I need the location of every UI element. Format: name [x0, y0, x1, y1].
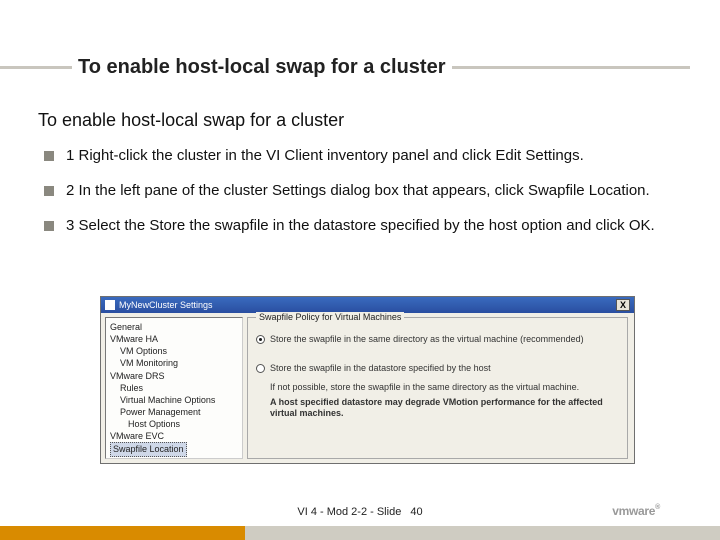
tree-item-evc[interactable]: VMware EVC	[110, 430, 238, 442]
radio-label: Store the swapfile in the same directory…	[270, 334, 584, 345]
list-item: 3 Select the Store the swapfile in the d…	[38, 217, 688, 236]
tree-item-vm-options[interactable]: VM Options	[110, 345, 238, 357]
radio-warning: A host specified datastore may degrade V…	[270, 397, 619, 420]
header-left-accent	[0, 66, 72, 69]
tree-item-vm-machine-options[interactable]: Virtual Machine Options	[110, 394, 238, 406]
window-icon	[105, 300, 115, 310]
logo-text: vmware	[612, 504, 655, 518]
tree-item-vm-monitoring[interactable]: VM Monitoring	[110, 357, 238, 369]
radio-icon	[256, 335, 265, 344]
radio-host-datastore[interactable]: Store the swapfile in the datastore spec…	[256, 363, 619, 374]
dialog-titlebar[interactable]: MyNewCluster Settings X	[101, 297, 634, 313]
tree-item-host-options[interactable]: Host Options	[110, 418, 238, 430]
subtitle: To enable host-local swap for a cluster	[38, 110, 688, 131]
swapfile-groupbox: Swapfile Policy for Virtual Machines Sto…	[247, 317, 628, 459]
groupbox-label: Swapfile Policy for Virtual Machines	[256, 312, 404, 322]
radio-label: Store the swapfile in the datastore spec…	[270, 363, 491, 374]
footer-band	[0, 526, 720, 540]
slide-number: 40	[410, 506, 422, 518]
radio-same-directory[interactable]: Store the swapfile in the same directory…	[256, 334, 619, 345]
list-item: 1 Right-click the cluster in the VI Clie…	[38, 147, 688, 166]
tree-item-general[interactable]: General	[110, 321, 238, 333]
instruction-list: 1 Right-click the cluster in the VI Clie…	[38, 147, 688, 235]
slide-title: To enable host-local swap for a cluster	[72, 56, 452, 79]
radio-icon	[256, 364, 265, 373]
radio-note: If not possible, store the swapfile in t…	[270, 382, 619, 393]
footer-accent-orange	[0, 526, 245, 540]
footer: VI 4 - Mod 2-2 - Slide 40 vmware®	[0, 502, 720, 540]
list-item: 2 In the left pane of the cluster Settin…	[38, 182, 688, 201]
tree-item-power-mgmt[interactable]: Power Management	[110, 406, 238, 418]
tree-item-drs[interactable]: VMware DRS	[110, 370, 238, 382]
footer-label: VI 4 - Mod 2-2 - Slide	[297, 506, 401, 518]
header: To enable host-local swap for a cluster	[0, 52, 720, 82]
tree-item-swapfile[interactable]: Swapfile Location	[110, 442, 187, 456]
registered-mark: ®	[655, 504, 660, 511]
dialog-title: MyNewCluster Settings	[119, 300, 213, 310]
close-icon[interactable]: X	[616, 299, 630, 311]
dialog-tree: General VMware HA VM Options VM Monitori…	[105, 317, 243, 459]
settings-dialog: MyNewCluster Settings X General VMware H…	[100, 296, 635, 464]
header-right-accent	[452, 66, 691, 69]
tree-item-ha[interactable]: VMware HA	[110, 333, 238, 345]
footer-accent-grey	[245, 526, 720, 540]
vmware-logo: vmware®	[612, 504, 660, 518]
tree-item-rules[interactable]: Rules	[110, 382, 238, 394]
